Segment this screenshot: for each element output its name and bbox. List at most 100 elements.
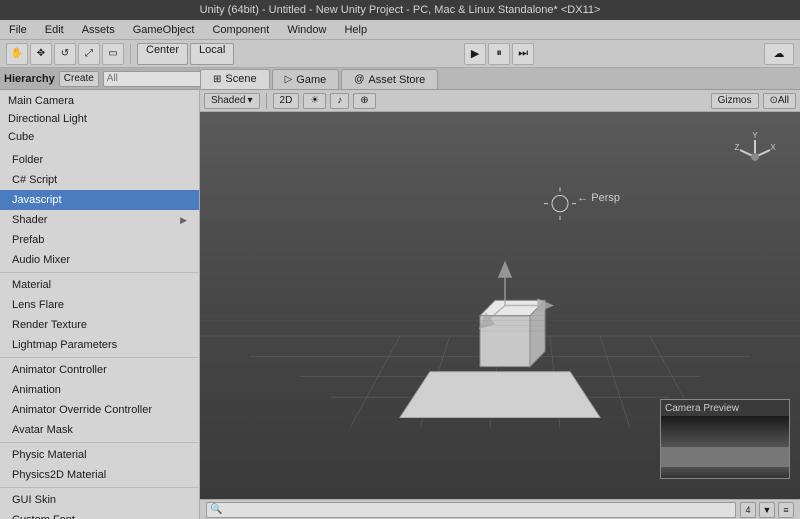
ctx-animator-override[interactable]: Animator Override Controller xyxy=(0,400,199,420)
menu-gameobject[interactable]: GameObject xyxy=(128,22,200,38)
gizmos-group: Gizmos ⊙All xyxy=(711,93,796,109)
hierarchy-title: Hierarchy xyxy=(4,73,55,85)
camera-preview-view xyxy=(661,416,789,478)
shaded-btn[interactable]: Shaded ▾ xyxy=(204,93,260,109)
hierarchy-header: Hierarchy Create xyxy=(0,68,199,90)
rect-tool[interactable]: ▭ xyxy=(102,43,124,65)
bottom-bar: 🔍 4 ▼ ≡ xyxy=(200,499,800,519)
ctx-physic-material[interactable]: Physic Material xyxy=(0,445,199,465)
menu-section-4: Physic Material Physics2D Material xyxy=(0,443,199,488)
menu-help[interactable]: Help xyxy=(339,22,372,38)
menu-window[interactable]: Window xyxy=(282,22,331,38)
gizmos-btn[interactable]: Gizmos xyxy=(711,93,759,109)
toolbar: ✋ ✥ ↺ ⤢ ▭ Center Local ▶ ⏸ ⏭ ☁ xyxy=(0,40,800,68)
ctx-audio-mixer[interactable]: Audio Mixer xyxy=(0,250,199,270)
bottom-icon-2[interactable]: ▼ xyxy=(759,502,775,518)
2d-btn[interactable]: 2D xyxy=(273,93,300,109)
ctx-gui-skin[interactable]: GUI Skin xyxy=(0,490,199,510)
ctx-material[interactable]: Material xyxy=(0,275,199,295)
scale-tool[interactable]: ⤢ xyxy=(78,43,100,65)
persp-label: ← Persp xyxy=(577,192,620,204)
menu-file[interactable]: File xyxy=(4,22,32,38)
ctx-csharp[interactable]: C# Script xyxy=(0,170,199,190)
toolbar-sep-1 xyxy=(130,44,131,64)
pause-button[interactable]: ⏸ xyxy=(488,43,510,65)
ctx-animation[interactable]: Animation xyxy=(0,380,199,400)
pivot-center-btn[interactable]: Center xyxy=(137,43,188,65)
rotate-tool[interactable]: ↺ xyxy=(54,43,76,65)
tab-game[interactable]: ▷ Game xyxy=(272,69,340,89)
menu-component[interactable]: Component xyxy=(207,22,274,38)
light-btn[interactable]: ☀ xyxy=(303,93,326,109)
main-layout: Hierarchy Create Main Camera Directional… xyxy=(0,68,800,519)
pivot-group: Center Local xyxy=(137,43,234,65)
menu-section-2: Material Lens Flare Render Texture Light… xyxy=(0,273,199,358)
bottom-icon-3[interactable]: ≡ xyxy=(778,502,794,518)
menu-edit[interactable]: Edit xyxy=(40,22,69,38)
menu-bar: File Edit Assets GameObject Component Wi… xyxy=(0,20,800,40)
ctx-animator-controller[interactable]: Animator Controller xyxy=(0,360,199,380)
ctx-shader[interactable]: Shader ▶ xyxy=(0,210,199,230)
transform-tools-group: ✋ ✥ ↺ ⤢ ▭ xyxy=(6,43,124,65)
scene-sep-1 xyxy=(266,93,267,109)
shaded-arrow: ▾ xyxy=(247,95,252,106)
ctx-render-texture[interactable]: Render Texture xyxy=(0,315,199,335)
title-text: Unity (64bit) - Untitled - New Unity Pro… xyxy=(200,4,601,16)
ctx-custom-font[interactable]: Custom Font xyxy=(0,510,199,519)
tab-asset-store-label: Asset Store xyxy=(368,74,425,86)
ctx-physics2d-material[interactable]: Physics2D Material xyxy=(0,465,199,485)
scene-tab-icon: ⊞ xyxy=(213,74,221,85)
hierarchy-item-directional-light[interactable]: Directional Light xyxy=(0,110,199,128)
hierarchy-panel: Hierarchy Create Main Camera Directional… xyxy=(0,68,200,519)
axis-svg: Y X Z xyxy=(730,132,780,182)
tab-game-label: Game xyxy=(296,74,326,86)
sound-btn[interactable]: ♪ xyxy=(330,93,349,109)
hierarchy-item-cube[interactable]: Cube xyxy=(0,128,199,146)
cloud-button[interactable]: ☁ xyxy=(764,43,794,65)
shader-arrow: ▶ xyxy=(180,215,187,226)
right-content: ⊞ Scene ▷ Game @ Asset Store Shaded ▾ 2D… xyxy=(200,68,800,519)
effects-btn[interactable]: ⊕ xyxy=(353,93,375,109)
axis-indicator: Y X Z xyxy=(730,132,780,182)
menu-section-5: GUI Skin Custom Font Shader Variant Coll… xyxy=(0,488,199,519)
ctx-lens-flare[interactable]: Lens Flare xyxy=(0,295,199,315)
space-local-btn[interactable]: Local xyxy=(190,43,234,65)
bottom-icon-1[interactable]: 4 xyxy=(740,502,756,518)
ctx-avatar-mask[interactable]: Avatar Mask xyxy=(0,420,199,440)
hand-tool[interactable]: ✋ xyxy=(6,43,28,65)
tab-bar: ⊞ Scene ▷ Game @ Asset Store xyxy=(200,68,800,90)
bottom-icons: 4 ▼ ≡ xyxy=(740,502,794,518)
camera-horizon xyxy=(661,447,789,467)
step-button[interactable]: ⏭ xyxy=(512,43,534,65)
tab-asset-store[interactable]: @ Asset Store xyxy=(341,69,438,89)
move-tool[interactable]: ✥ xyxy=(30,43,52,65)
svg-text:Z: Z xyxy=(735,143,740,152)
context-menu: Folder C# Script Javascript Shader ▶ Pre… xyxy=(0,148,199,519)
svg-text:X: X xyxy=(770,143,776,152)
camera-preview: Camera Preview xyxy=(660,399,790,479)
scene-view[interactable]: ← Persp Y X Z Camera Preview xyxy=(200,112,800,499)
right-toolbar: ☁ xyxy=(764,43,794,65)
asset-store-tab-icon: @ xyxy=(354,74,364,85)
ctx-javascript[interactable]: Javascript xyxy=(0,190,199,210)
menu-assets[interactable]: Assets xyxy=(77,22,120,38)
all-btn[interactable]: ⊙All xyxy=(763,93,797,109)
play-controls: ▶ ⏸ ⏭ xyxy=(238,43,760,65)
hierarchy-item-main-camera[interactable]: Main Camera xyxy=(0,92,199,110)
scene-canvas: ← Persp Y X Z Camera Preview xyxy=(200,112,800,499)
ctx-folder[interactable]: Folder xyxy=(0,150,199,170)
hierarchy-create-btn[interactable]: Create xyxy=(59,71,99,87)
menu-section-1: Folder C# Script Javascript Shader ▶ Pre… xyxy=(0,148,199,273)
game-tab-icon: ▷ xyxy=(285,74,293,85)
ctx-lightmap-params[interactable]: Lightmap Parameters xyxy=(0,335,199,355)
bottom-search[interactable]: 🔍 xyxy=(206,502,736,518)
menu-section-3: Animator Controller Animation Animator O… xyxy=(0,358,199,443)
play-button[interactable]: ▶ xyxy=(464,43,486,65)
svg-text:Y: Y xyxy=(752,132,758,140)
title-bar: Unity (64bit) - Untitled - New Unity Pro… xyxy=(0,0,800,20)
camera-preview-title: Camera Preview xyxy=(661,400,789,416)
tab-scene[interactable]: ⊞ Scene xyxy=(200,69,270,89)
tab-scene-label: Scene xyxy=(225,73,256,85)
ctx-prefab[interactable]: Prefab xyxy=(0,230,199,250)
scene-toolbar: Shaded ▾ 2D ☀ ♪ ⊕ Gizmos ⊙All xyxy=(200,90,800,112)
